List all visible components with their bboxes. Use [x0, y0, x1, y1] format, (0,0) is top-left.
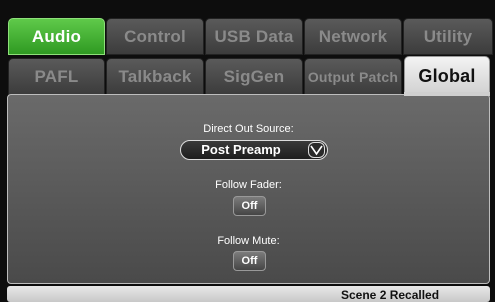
direct-out-source-value: Post Preamp	[201, 142, 281, 157]
tab-network[interactable]: Network	[304, 18, 402, 55]
direct-out-source-select[interactable]: Post Preamp	[180, 140, 328, 160]
tab-usb-data[interactable]: USB Data	[205, 18, 303, 55]
follow-fader-toggle[interactable]: Off	[233, 196, 266, 216]
tab-connector	[404, 92, 490, 96]
tab-talkback[interactable]: Talkback	[106, 58, 204, 95]
follow-mute-label: Follow Mute:	[217, 235, 280, 247]
status-bar: Scene 2 Recalled	[7, 286, 490, 302]
follow-fader-label: Follow Fader:	[215, 179, 282, 191]
tab-siggen[interactable]: SigGen	[205, 58, 303, 95]
tab-control[interactable]: Control	[106, 18, 204, 55]
follow-mute-toggle[interactable]: Off	[233, 251, 266, 271]
tab-utility[interactable]: Utility	[403, 18, 493, 55]
tab-output-patch[interactable]: Output Patch	[304, 58, 402, 95]
global-settings-panel: Direct Out Source: Post Preamp Follow Fa…	[7, 94, 490, 284]
status-message: Scene 2 Recalled	[341, 288, 440, 302]
direct-out-source-label: Direct Out Source:	[203, 123, 294, 135]
tab-global[interactable]: Global	[404, 56, 490, 96]
chevron-down-icon[interactable]	[308, 142, 325, 158]
tab-pafl[interactable]: PAFL	[8, 58, 105, 95]
tab-audio[interactable]: Audio	[8, 18, 105, 55]
